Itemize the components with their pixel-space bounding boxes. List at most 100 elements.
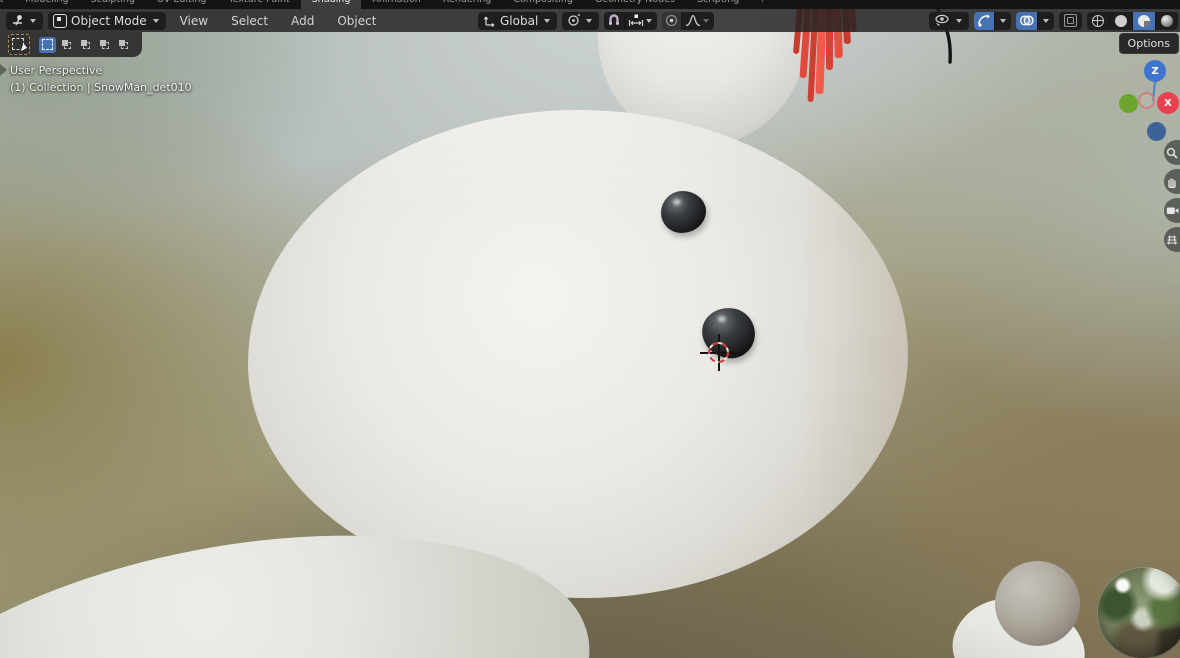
- overlays-icon: [1019, 15, 1034, 26]
- active-collection-label: (1) Collection | SnowMan_det010: [10, 81, 192, 94]
- shading-mode-group: [1087, 11, 1178, 30]
- chevron-down-icon: [956, 18, 962, 23]
- tab-animation[interactable]: Animation: [361, 0, 431, 9]
- tab-compositing[interactable]: Compositing: [502, 0, 584, 9]
- tab-uv-editing[interactable]: UV Editing: [146, 0, 218, 9]
- cursor-arrow-icon: [20, 43, 29, 53]
- tab-geometry-nodes[interactable]: Geometry Nodes: [584, 0, 686, 9]
- camera-view-button[interactable]: [1164, 198, 1180, 223]
- mode-dropdown[interactable]: Object Mode: [48, 11, 166, 30]
- viewport-info: User Perspective (1) Collection | SnowMa…: [10, 62, 192, 96]
- overlays-dropdown[interactable]: [1037, 11, 1054, 30]
- view-perspective-label: User Perspective: [10, 64, 103, 77]
- chevron-down-icon: [544, 18, 551, 23]
- tab-sculpting[interactable]: Sculpting: [80, 0, 146, 9]
- 3d-viewport[interactable]: [0, 0, 1180, 658]
- snowman-body-ball[interactable]: [248, 110, 908, 598]
- snap-magnet-icon: [609, 14, 620, 25]
- proportional-falloff-dropdown[interactable]: [681, 11, 714, 30]
- gizmo-axis-negx[interactable]: [1138, 92, 1155, 109]
- menu-select[interactable]: Select: [222, 14, 277, 28]
- menu-object[interactable]: Object: [328, 14, 385, 28]
- proportional-editing-icon: [666, 14, 678, 27]
- overlays-group: [1016, 11, 1054, 30]
- snap-increment-icon: [629, 14, 644, 26]
- gizmos-group: [974, 11, 1011, 30]
- show-gizmos-toggle[interactable]: [974, 11, 994, 30]
- show-overlays-toggle[interactable]: [1016, 11, 1037, 30]
- toolbar-expand-arrow[interactable]: [0, 64, 7, 76]
- navigation-gizmo[interactable]: Z X: [1108, 56, 1180, 146]
- matte-reference-sphere[interactable]: [995, 561, 1080, 646]
- object-mode-icon: [53, 13, 67, 28]
- select-subtract-icon: [81, 40, 90, 49]
- menu-view[interactable]: View: [171, 14, 217, 28]
- menu-add[interactable]: Add: [282, 14, 323, 28]
- tool-settings-left: [0, 32, 142, 57]
- gizmo-axis-negz[interactable]: [1147, 122, 1166, 141]
- options-button[interactable]: Options: [1118, 33, 1179, 54]
- move-view-button[interactable]: [1164, 169, 1180, 194]
- tab-modeling[interactable]: Modeling: [14, 0, 79, 9]
- chevron-down-icon: [646, 18, 653, 23]
- gizmo-axis-y[interactable]: [1119, 94, 1138, 113]
- select-mode-subtract-button[interactable]: [77, 37, 94, 53]
- hand-icon: [1168, 178, 1176, 188]
- select-mode-invert-button[interactable]: [96, 37, 113, 53]
- gizmo-icon: [978, 14, 990, 27]
- select-extend-icon: [62, 40, 71, 49]
- material-preview-sphere-icon: [1138, 14, 1150, 27]
- chevron-down-icon: [586, 18, 593, 23]
- 3d-cursor: [700, 334, 737, 371]
- select-set-icon: [42, 39, 53, 50]
- pivot-point-dropdown[interactable]: [562, 11, 600, 30]
- proportional-edit-group: [662, 11, 715, 30]
- add-workspace-button[interactable]: +: [750, 0, 774, 9]
- zoom-button[interactable]: [1164, 140, 1180, 165]
- chevron-down-icon: [30, 18, 36, 23]
- tab-shading[interactable]: Shading: [300, 0, 362, 9]
- snap-target-dropdown[interactable]: [624, 11, 657, 30]
- shading-rendered-button[interactable]: [1155, 11, 1178, 30]
- shading-solid-button[interactable]: [1109, 11, 1132, 30]
- solid-sphere-icon: [1115, 14, 1127, 27]
- wireframe-sphere-icon: [1092, 14, 1104, 27]
- select-invert-icon: [100, 40, 109, 49]
- select-mode-set-button[interactable]: [39, 36, 56, 53]
- editor-type-dropdown[interactable]: [6, 11, 43, 30]
- tab-layout[interactable]: Layout: [0, 0, 14, 9]
- object-visibility-dropdown[interactable]: [929, 11, 969, 30]
- chrome-reference-sphere[interactable]: [1097, 567, 1180, 658]
- chevron-down-icon: [703, 18, 710, 23]
- xray-toggle[interactable]: [1059, 11, 1082, 30]
- workspace-tabstrip: Layout Modeling Sculpting UV Editing Tex…: [0, 0, 1180, 9]
- chevron-down-icon: [1000, 18, 1006, 23]
- select-mode-intersect-button[interactable]: [115, 37, 132, 53]
- gizmo-axis-x[interactable]: X: [1157, 92, 1179, 114]
- snap-toggle-button[interactable]: [604, 12, 624, 30]
- viewport-header: Object Mode View Select Add Object Globa…: [0, 9, 1180, 32]
- proportional-edit-toggle[interactable]: [662, 11, 682, 30]
- transform-orientation-dropdown[interactable]: Global: [478, 11, 558, 30]
- chevron-down-icon: [152, 18, 159, 23]
- blender-window: Layout Modeling Sculpting UV Editing Tex…: [0, 0, 1180, 658]
- 3d-viewport-editor-icon: [13, 15, 22, 26]
- magnifier-icon: [1166, 147, 1178, 159]
- tab-texture-paint[interactable]: Texture Paint: [217, 0, 300, 9]
- viewport-nav-buttons: [1164, 140, 1180, 252]
- select-mode-extend-button[interactable]: [58, 37, 75, 53]
- gizmos-dropdown[interactable]: [994, 11, 1011, 30]
- grid-perspective-icon: [1166, 234, 1178, 245]
- tab-rendering[interactable]: Rendering: [432, 0, 503, 9]
- gizmo-axis-z[interactable]: Z: [1144, 60, 1166, 82]
- shading-wireframe-button[interactable]: [1087, 12, 1109, 30]
- tab-scripting[interactable]: Scripting: [686, 0, 750, 9]
- falloff-curve-icon: [686, 14, 701, 27]
- mode-label: Object Mode: [71, 13, 147, 28]
- box-select-tool-button[interactable]: [8, 34, 30, 55]
- camera-icon: [1166, 207, 1178, 214]
- chevron-down-icon: [1043, 18, 1049, 23]
- shading-material-preview-button[interactable]: [1132, 11, 1155, 30]
- xray-icon: [1064, 14, 1077, 27]
- perspective-toggle-button[interactable]: [1164, 227, 1180, 252]
